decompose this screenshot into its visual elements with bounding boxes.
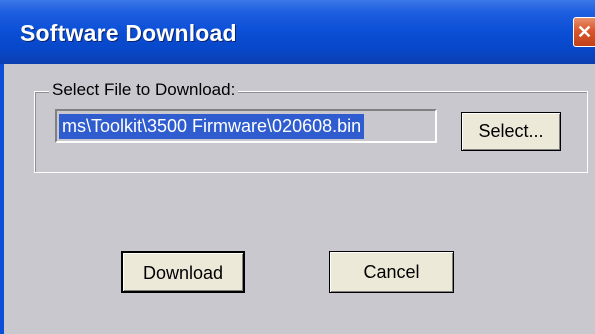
close-icon: ✕ [576,22,593,42]
file-path-value: ms\Toolkit\3500 Firmware\020608.bin [59,114,365,139]
file-path-field[interactable]: ms\Toolkit\3500 Firmware\020608.bin [55,109,437,143]
download-button[interactable]: Download [121,251,245,293]
select-file-button[interactable]: Select... [461,112,561,151]
window-left-border [0,64,4,334]
close-button[interactable]: ✕ [573,17,595,47]
software-download-dialog: Software Download ✕ Select File to Downl… [0,0,595,334]
cancel-button[interactable]: Cancel [329,251,454,293]
groupbox-legend: Select File to Download: [49,80,239,100]
title-bar[interactable]: Software Download ✕ [0,0,595,64]
window-title: Software Download [20,20,237,46]
